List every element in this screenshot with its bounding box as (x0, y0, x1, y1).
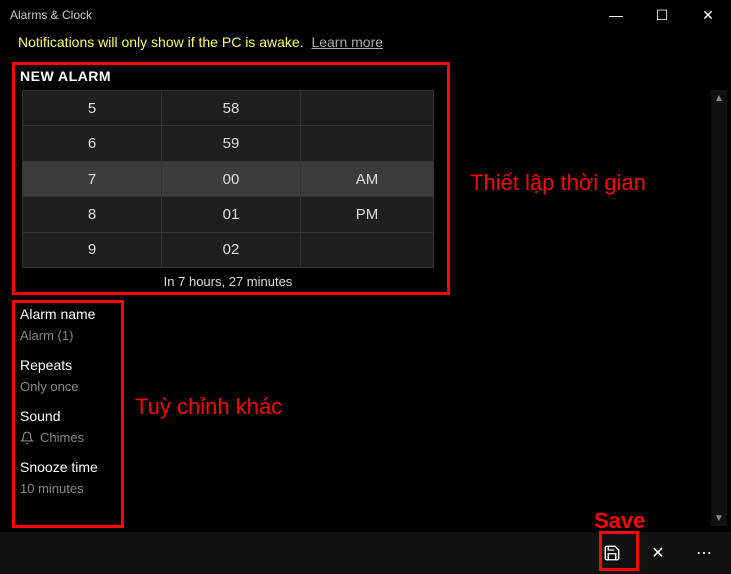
maximize-button[interactable]: ☐ (639, 0, 685, 30)
learn-more-link[interactable]: Learn more (311, 34, 383, 50)
annotation-box-save (599, 531, 639, 571)
annotation-text-time: Thiết lập thời gian (470, 170, 646, 196)
scroll-down-icon[interactable]: ▼ (711, 510, 727, 526)
scroll-up-icon[interactable]: ▲ (711, 90, 727, 106)
annotation-box-options (12, 300, 124, 528)
window-controls: — ☐ ✕ (593, 0, 731, 30)
close-button[interactable]: ✕ (685, 0, 731, 30)
titlebar: Alarms & Clock — ☐ ✕ (0, 0, 731, 30)
minimize-button[interactable]: — (593, 0, 639, 30)
window-title: Alarms & Clock (10, 8, 92, 22)
cancel-button[interactable]: ✕ (637, 532, 679, 574)
annotation-text-other: Tuỳ chỉnh khác (135, 394, 282, 420)
more-button[interactable]: ⋯ (683, 532, 725, 574)
annotation-text-save: Save (594, 508, 645, 534)
vertical-scrollbar[interactable]: ▲ ▼ (711, 90, 727, 526)
notification-text: Notifications will only show if the PC i… (18, 34, 304, 50)
annotation-box-time (12, 62, 450, 295)
notification-banner: Notifications will only show if the PC i… (0, 30, 731, 60)
